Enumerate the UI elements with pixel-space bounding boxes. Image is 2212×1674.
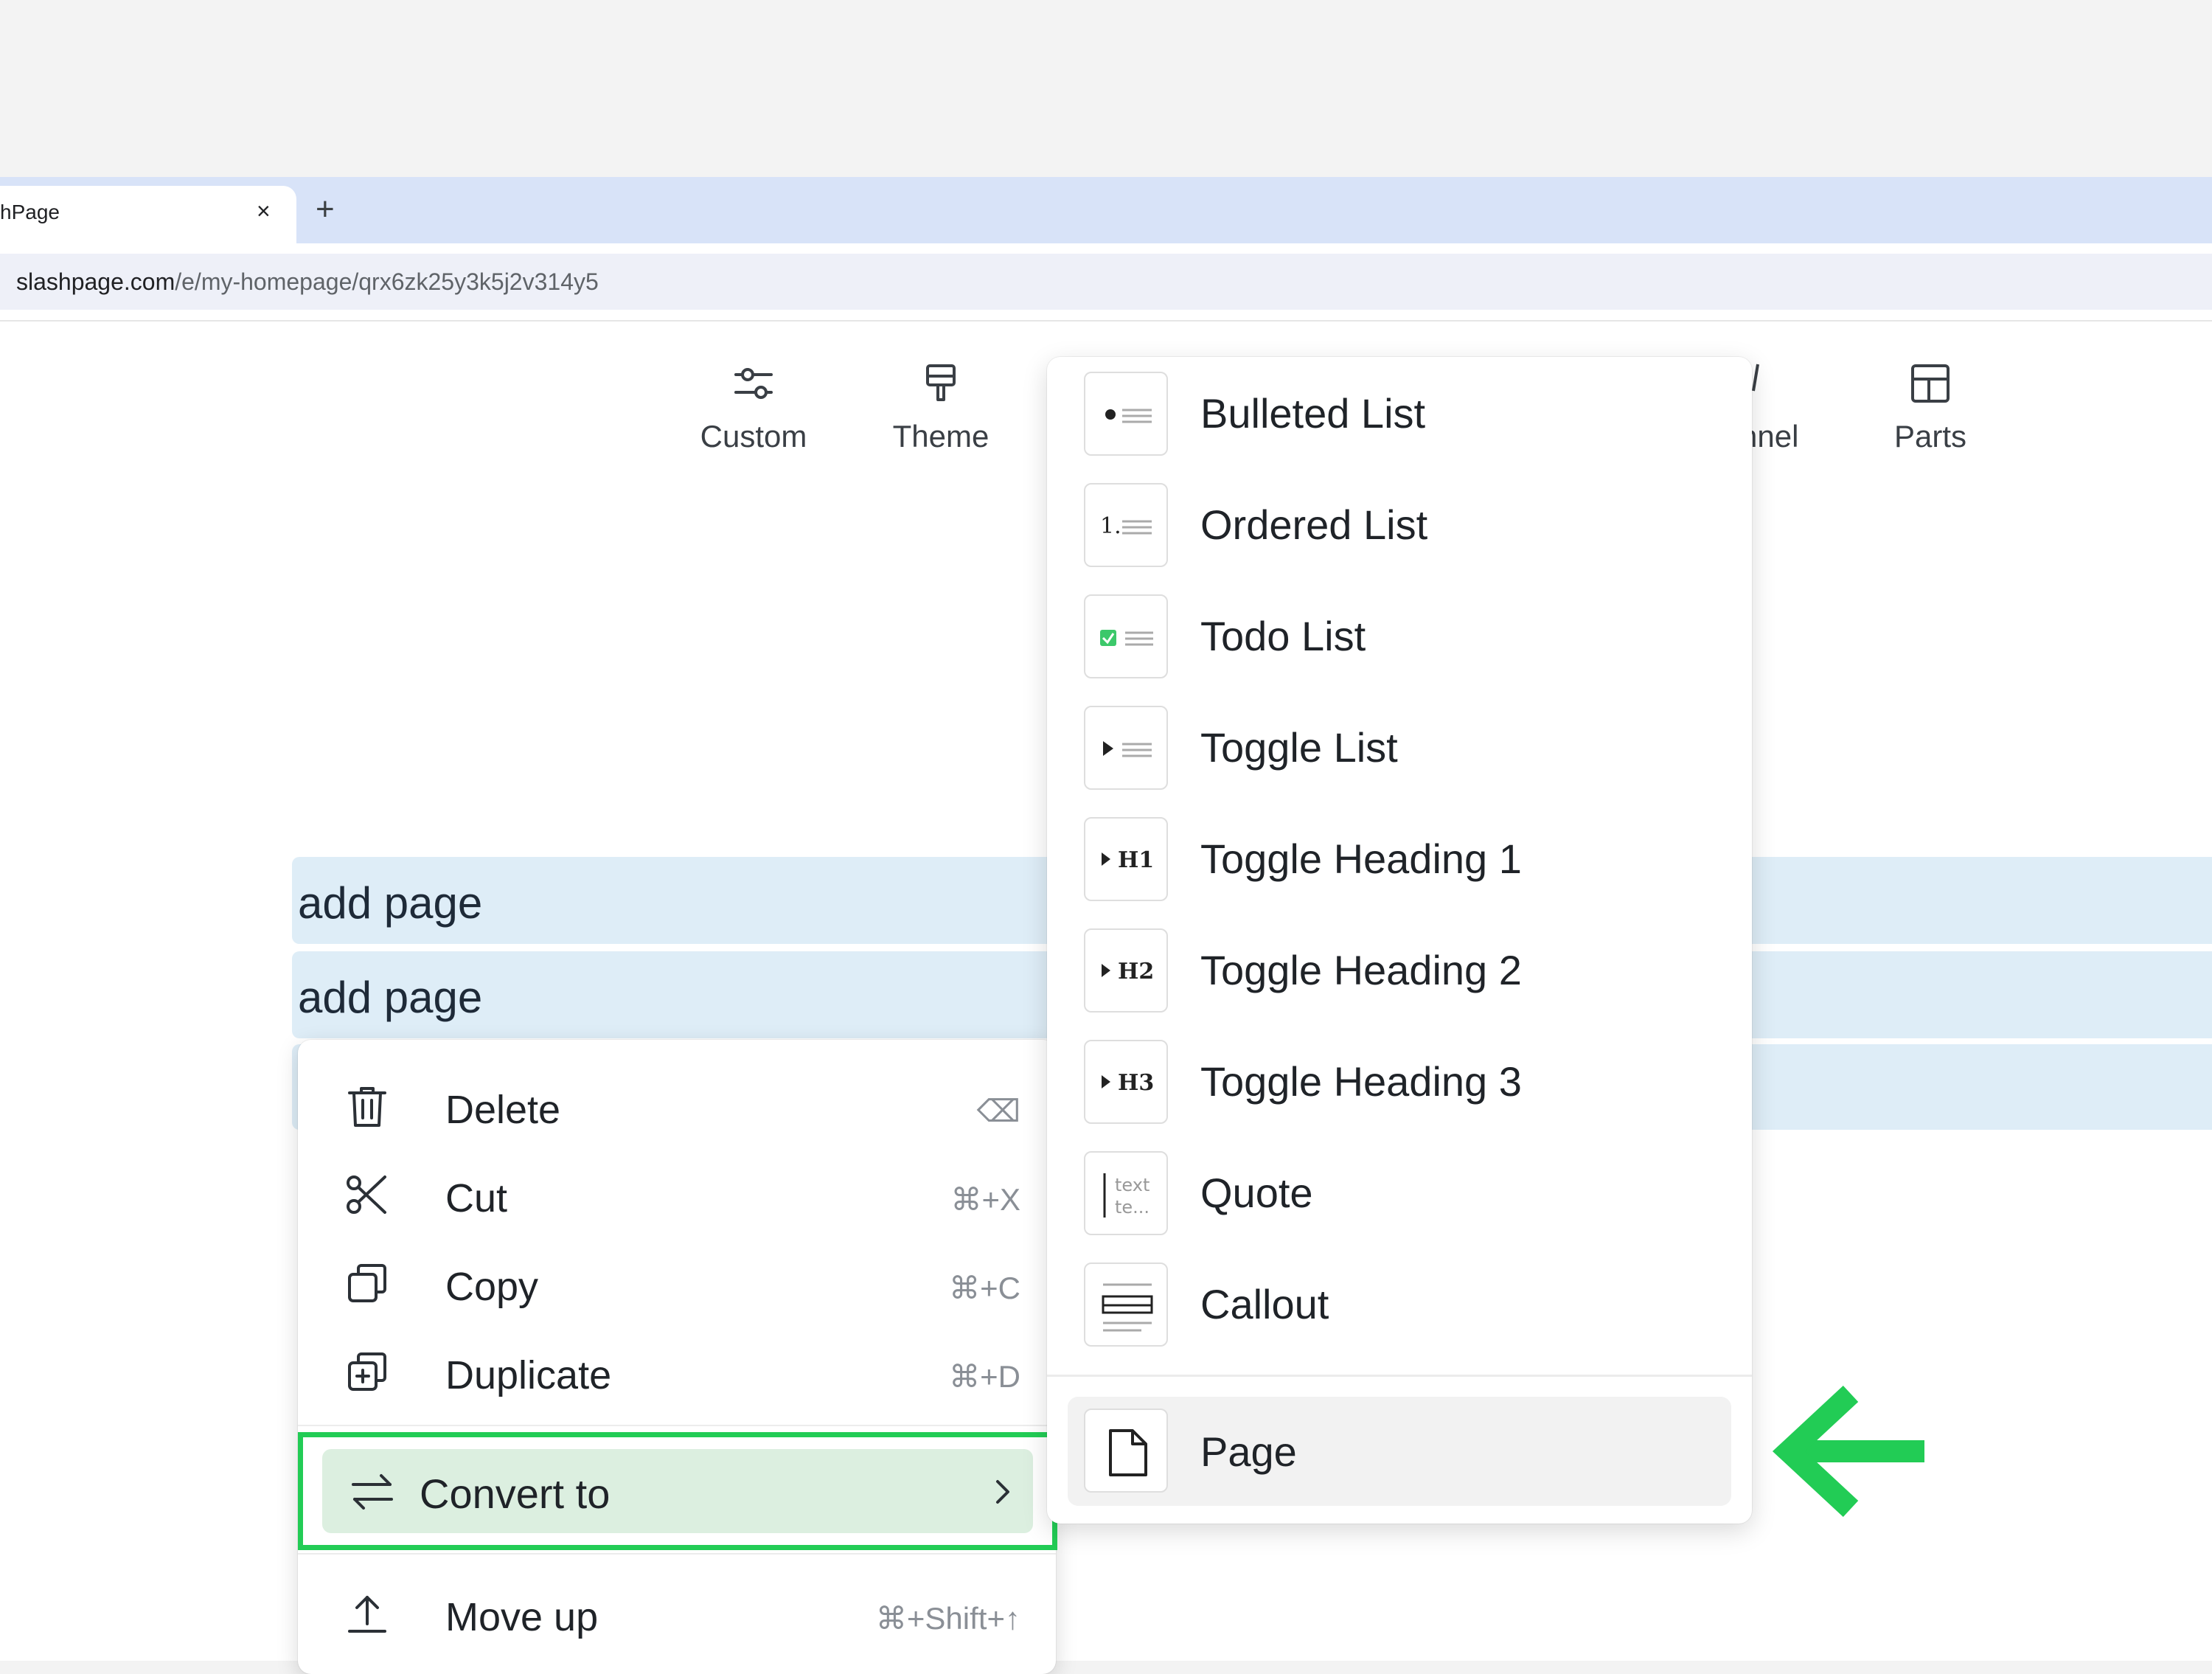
browser-tab[interactable]: hPage × — [0, 186, 296, 243]
shortcut-label: ⌘+C — [949, 1271, 1020, 1305]
menu-item-convert-to[interactable]: Convert to — [322, 1449, 1033, 1533]
submenu-item-quote[interactable]: text te... Quote — [1047, 1136, 1752, 1248]
toggle-h1-icon: H1 — [1084, 817, 1168, 901]
tab-title: hPage — [0, 201, 60, 223]
row-text: add page — [298, 878, 483, 928]
svg-text:text: text — [1115, 1175, 1150, 1195]
menu-divider — [298, 1553, 1056, 1555]
address-bar: slashpage.com/e/my-homepage/qrx6zk25y3k5… — [0, 243, 2212, 320]
green-arrow-icon — [1772, 1386, 1924, 1517]
menu-item-cut[interactable]: Cut ⌘+X — [320, 1156, 1035, 1233]
tab-close-icon[interactable]: × — [257, 196, 271, 226]
duplicate-icon — [348, 1352, 386, 1391]
tab-strip: hPage × + — [0, 177, 2212, 243]
toolbar-custom-label: Custom — [700, 419, 807, 454]
bulleted-list-icon — [1084, 372, 1168, 456]
menu-item-label: Duplicate — [445, 1353, 612, 1397]
backspace-key-icon: ⌫ — [976, 1094, 1020, 1128]
todo-list-icon — [1084, 594, 1168, 678]
menu-item-label: Copy — [445, 1265, 539, 1309]
submenu-item-label: Bulleted List — [1200, 390, 1426, 437]
submenu-item-todo-list[interactable]: Todo List — [1047, 580, 1752, 691]
menu-item-label: Cut — [445, 1176, 508, 1220]
submenu-item-label: Ordered List — [1200, 501, 1428, 548]
svg-text:te...: te... — [1115, 1197, 1150, 1218]
row-text: add page — [298, 973, 483, 1022]
sliders-icon — [734, 368, 773, 399]
toggle-list-icon — [1084, 706, 1168, 790]
layout-icon — [1911, 364, 1950, 403]
toolbar-parts-label: Parts — [1893, 419, 1967, 454]
callout-icon — [1084, 1263, 1168, 1347]
svg-text:1.: 1. — [1100, 513, 1121, 539]
submenu-item-label: Todo List — [1200, 613, 1366, 659]
submenu-divider — [1047, 1375, 1752, 1377]
submenu-item-label: Callout — [1200, 1281, 1329, 1327]
submenu-item-page[interactable]: Page — [1068, 1397, 1731, 1506]
submenu-item-toggle-heading-2[interactable]: H2 Toggle Heading 2 — [1047, 914, 1752, 1025]
arrow-up-icon — [348, 1596, 386, 1633]
new-tab-button[interactable]: + — [316, 192, 335, 227]
submenu-item-ordered-list[interactable]: 1. Ordered List — [1047, 468, 1752, 580]
copy-icon — [348, 1264, 386, 1302]
submenu-item-label: Toggle Heading 3 — [1200, 1058, 1522, 1105]
toggle-h2-icon: H2 — [1084, 928, 1168, 1013]
trash-icon — [348, 1087, 386, 1127]
toolbar-custom-button[interactable]: Custom — [687, 361, 820, 454]
chevron-right-icon — [996, 1480, 1009, 1504]
toolbar-theme-button[interactable]: Theme — [874, 361, 1007, 454]
scissors-icon — [347, 1175, 386, 1214]
shortcut-label: ⌘+Shift+↑ — [875, 1601, 1020, 1636]
svg-text:H3: H3 — [1118, 1070, 1154, 1096]
ordered-list-icon: 1. — [1084, 483, 1168, 567]
submenu-item-label: Toggle Heading 1 — [1200, 836, 1522, 882]
submenu-item-toggle-heading-1[interactable]: H1 Toggle Heading 1 — [1047, 802, 1752, 914]
shortcut-label: ⌘+D — [949, 1359, 1020, 1394]
toolbar-theme-label: Theme — [892, 419, 990, 454]
menu-item-copy[interactable]: Copy ⌘+C — [320, 1245, 1035, 1322]
convert-submenu: Bulleted List 1. Ordered List Todo List — [1047, 357, 1752, 1524]
submenu-item-callout[interactable]: Callout — [1047, 1248, 1752, 1359]
menu-item-label: Move up — [445, 1595, 599, 1639]
menu-item-delete[interactable]: Delete ⌫ — [320, 1068, 1035, 1145]
submenu-item-label: Quote — [1200, 1170, 1313, 1216]
submenu-item-label: Toggle Heading 2 — [1200, 947, 1522, 993]
convert-arrows-icon — [352, 1474, 393, 1510]
toggle-h3-icon: H3 — [1084, 1040, 1168, 1124]
submenu-item-toggle-list[interactable]: Toggle List — [1047, 691, 1752, 802]
svg-text:H1: H1 — [1118, 847, 1154, 873]
submenu-item-label: Page — [1200, 1428, 1297, 1475]
convert-highlight-frame: Convert to — [298, 1432, 1057, 1550]
menu-item-move-up[interactable]: Move up ⌘+Shift+↑ — [320, 1575, 1035, 1652]
shortcut-label: ⌘+X — [950, 1182, 1020, 1217]
menu-divider — [298, 1425, 1056, 1426]
context-menu: Delete ⌫ Cut ⌘+X Copy ⌘+C Duplicate ⌘+D — [298, 1040, 1056, 1674]
submenu-item-label: Toggle List — [1200, 724, 1398, 771]
url-field[interactable]: slashpage.com/e/my-homepage/qrx6zk25y3k5… — [0, 254, 2212, 310]
paint-roller-icon — [926, 364, 956, 401]
url-text: slashpage.com/e/my-homepage/qrx6zk25y3k5… — [16, 268, 599, 295]
svg-text:H2: H2 — [1118, 959, 1154, 984]
quote-icon: text te... — [1084, 1151, 1168, 1235]
menu-item-label: Delete — [445, 1088, 561, 1132]
menu-item-label: Convert to — [420, 1470, 611, 1517]
submenu-item-toggle-heading-3[interactable]: H3 Toggle Heading 3 — [1047, 1025, 1752, 1136]
menu-item-duplicate[interactable]: Duplicate ⌘+D — [320, 1333, 1035, 1410]
submenu-item-bulleted-list[interactable]: Bulleted List — [1047, 357, 1752, 468]
toolbar-channel-label: nnel — [1740, 419, 1799, 454]
toolbar-parts-button[interactable]: Parts — [1864, 361, 1997, 454]
page-icon — [1084, 1409, 1168, 1493]
